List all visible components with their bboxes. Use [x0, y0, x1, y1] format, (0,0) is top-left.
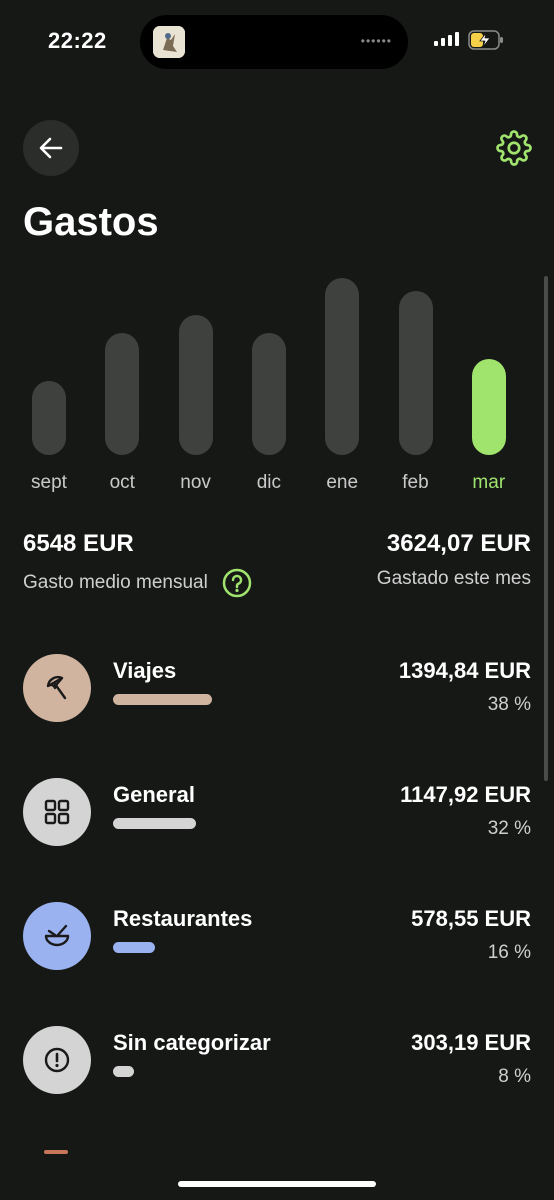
- category-amount: 1394,84 EUR: [398, 658, 531, 683]
- chart-month-label[interactable]: dic: [234, 472, 304, 494]
- category-name: Sin categorizar: [113, 1030, 271, 1055]
- category-percent: 16 %: [487, 942, 531, 963]
- chart-month-label[interactable]: feb: [381, 472, 451, 494]
- status-bar: 22:22 ••••••: [0, 0, 554, 80]
- battery-charging-icon: [468, 30, 503, 50]
- chart-bar-nov[interactable]: [178, 314, 213, 455]
- dynamic-island[interactable]: ••••••: [140, 15, 408, 69]
- chart-month-label[interactable]: oct: [87, 472, 157, 494]
- cellular-signal-icon: [434, 32, 464, 46]
- category-name: Restaurantes: [113, 906, 253, 931]
- chart-month-label[interactable]: nov: [161, 472, 231, 494]
- chart-bar-feb[interactable]: [398, 291, 433, 455]
- chart-bar-dic[interactable]: [251, 333, 286, 455]
- next-category-icon-edge: [44, 1150, 68, 1154]
- grid-icon: [44, 799, 70, 825]
- category-row-restaurantes[interactable]: Restaurantes 578,55 EUR 16 %: [0, 902, 554, 992]
- average-summary: 6548 EUR Gasto medio mensual: [23, 530, 252, 598]
- bowl-icon: [44, 924, 70, 947]
- umbrella-icon: [46, 675, 67, 700]
- chart-bar-ene[interactable]: [325, 277, 360, 455]
- category-icon: [23, 902, 91, 970]
- category-icon: [23, 778, 91, 846]
- average-monthly-label: Gasto medio mensual: [23, 572, 208, 593]
- category-percent: 8 %: [498, 1066, 531, 1087]
- category-name: Viajes: [113, 658, 177, 683]
- category-percent: 32 %: [487, 818, 531, 839]
- chart-month-label[interactable]: mar: [454, 472, 524, 494]
- chart-month-label[interactable]: sept: [14, 472, 84, 494]
- month-summary: 3624,07 EUR Gastado este mes: [377, 530, 531, 590]
- month-spent-label: Gastado este mes: [376, 568, 531, 589]
- category-percent: 38 %: [487, 694, 531, 715]
- audio-waveform-icon: ••••••: [360, 34, 392, 48]
- category-share-bar: [113, 818, 196, 829]
- category-row-viajes[interactable]: Viajes 1394,84 EUR 38 %: [0, 654, 554, 744]
- category-share-bar: [113, 942, 155, 953]
- chart-bar-oct[interactable]: [105, 333, 140, 455]
- category-row-general[interactable]: General 1147,92 EUR 32 %: [0, 778, 554, 868]
- gear-icon: [496, 130, 532, 166]
- category-row-sin-categorizar[interactable]: Sin categorizar 303,19 EUR 8 %: [0, 1026, 554, 1116]
- home-indicator[interactable]: [178, 1181, 376, 1187]
- back-button[interactable]: [23, 120, 79, 176]
- category-icon: [23, 654, 91, 722]
- page-title: Gastos: [23, 200, 159, 244]
- average-monthly-value: 6548 EUR: [23, 530, 134, 557]
- chart-month-label[interactable]: ene: [307, 472, 377, 494]
- status-time: 22:22: [48, 28, 107, 53]
- category-amount: 1147,92 EUR: [400, 782, 531, 807]
- month-spent-value: 3624,07 EUR: [386, 530, 531, 557]
- help-icon[interactable]: [222, 568, 252, 598]
- category-share-bar: [113, 694, 212, 705]
- settings-button[interactable]: [496, 130, 532, 166]
- now-playing-thumbnail: [153, 26, 185, 58]
- category-amount: 578,55 EUR: [411, 906, 531, 931]
- category-amount: 303,19 EUR: [411, 1030, 531, 1055]
- category-share-bar: [113, 1066, 134, 1077]
- monthly-spending-chart: sept oct nov dic ene feb mar: [0, 250, 554, 510]
- category-icon: [23, 1026, 91, 1094]
- chart-bar-mar[interactable]: [471, 359, 506, 455]
- chart-bar-sept[interactable]: [32, 381, 66, 455]
- alert-icon: [44, 1047, 70, 1073]
- category-name: General: [113, 782, 195, 807]
- arrow-left-icon: [39, 137, 63, 159]
